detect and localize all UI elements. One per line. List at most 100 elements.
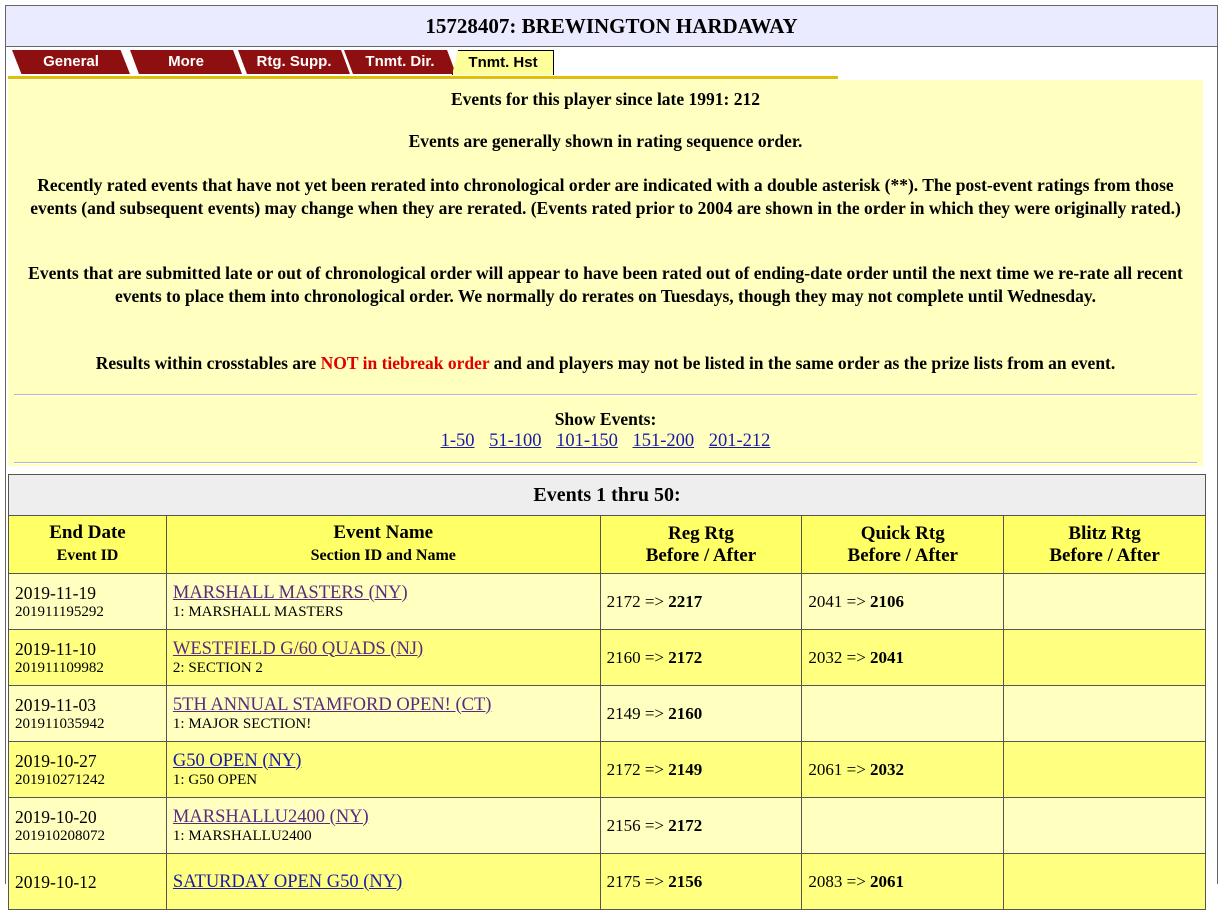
events-link-201-212[interactable]: 201-212 (709, 431, 771, 451)
tab-more[interactable]: More (130, 50, 242, 74)
rating-after: 2160 (668, 703, 703, 723)
end-date: 2019-11-03 (15, 694, 97, 715)
date-cell: 2019-10-12 (8, 853, 167, 910)
event-cell: G50 OPEN (NY) 1: G50 OPEN (165, 741, 601, 798)
blitz-rtg-cell (1003, 629, 1206, 686)
table-row: 2019-11-03 201911035942 5TH ANNUAL STAMFOR… (8, 685, 1206, 742)
quick-rtg-cell (801, 685, 1005, 742)
events-table: Events 1 thru 50: End Date Event ID Event… (8, 474, 1206, 910)
date-cell: 2019-11-10 201911109982 (8, 629, 167, 686)
header-sub: Section ID and Name (310, 547, 456, 564)
reg-rtg-cell: 2156 => 2172 (599, 797, 803, 854)
col-event-name: Event Name Section ID and Name (165, 515, 601, 574)
section-name: 1: MAJOR SECTION! (172, 715, 312, 732)
tab-tnmt-hst[interactable]: Tnmt. Hst (452, 50, 554, 75)
reg-rtg-cell: 2172 => 2149 (599, 741, 803, 798)
event-id: 201911109982 (15, 659, 104, 676)
header-main: Reg Rtg (667, 522, 734, 544)
rating-after: 2172 (668, 815, 703, 835)
event-cell: MARSHALLU2400 (NY) 1: MARSHALLU2400 (165, 797, 601, 854)
rating-before: 2149 => (606, 703, 664, 723)
events-link-101-150[interactable]: 101-150 (556, 431, 618, 451)
events-link-51-100[interactable]: 51-100 (489, 431, 541, 451)
show-events: Show Events: 1-50 51-100 101-150 151-200… (8, 408, 1203, 452)
quick-rtg-cell: 2041 => 2106 (801, 573, 1005, 630)
tab-tnmt-dir[interactable]: Tnmt. Dir. (344, 50, 456, 74)
crosstable-note-start: Results within crosstables are (95, 353, 321, 373)
reg-rtg-cell: 2172 => 2217 (599, 573, 803, 630)
event-name-link[interactable]: WESTFIELD G/60 QUADS (NJ) (173, 639, 594, 659)
event-cell: MARSHALL MASTERS (NY) 1: MARSHALL MASTERS (165, 573, 601, 630)
blitz-rtg-cell (1003, 685, 1206, 742)
event-cell: SATURDAY OPEN G50 (NY) (165, 853, 601, 910)
crosstable-note: Results within crosstables are NOT in ti… (8, 352, 1203, 375)
end-date: 2019-10-27 (15, 750, 97, 771)
header-main: End Date (49, 522, 126, 543)
rating-before: 2160 => (606, 647, 664, 667)
header-main: Quick Rtg (860, 522, 945, 544)
table-row: 2019-10-27 201910271242 G50 OPEN (NY) 1: G5… (8, 741, 1206, 798)
reg-rtg-cell: 2175 => 2156 (599, 853, 803, 910)
header-main: Event Name (333, 522, 434, 543)
rating-before: 2032 => (808, 647, 866, 667)
divider (14, 394, 1197, 396)
section-name: 1: MARSHALL MASTERS (172, 603, 344, 620)
table-row: 2019-10-12 SATURDAY OPEN G50 (NY) 2175 => … (8, 853, 1206, 910)
divider (14, 462, 1197, 464)
event-cell: 5TH ANNUAL STAMFORD OPEN! (CT) 1: MAJOR S… (165, 685, 601, 742)
quick-rtg-cell: 2061 => 2032 (801, 741, 1005, 798)
date-cell: 2019-11-19 201911195292 (8, 573, 167, 630)
tab-bar: General More Rtg. Supp. Tnmt. Dir. Tnmt.… (8, 48, 838, 79)
rating-before: 2175 => (606, 871, 664, 891)
header-main: Blitz Rtg (1068, 522, 1141, 544)
table-row: 2019-11-19 201911195292 MARSHALL MASTERS (… (8, 573, 1206, 630)
col-blitz-rtg: Blitz Rtg Before / After (1003, 515, 1206, 574)
late-submission-note: Events that are submitted late or out of… (28, 263, 1183, 306)
header-sub: Before / After (1049, 544, 1160, 566)
section-name: 1: G50 OPEN (172, 771, 258, 788)
event-name-link[interactable]: MARSHALL MASTERS (NY) (173, 583, 594, 603)
end-date: 2019-11-19 (15, 582, 97, 603)
table-body: 2019-11-19 201911195292 MARSHALL MASTERS (… (8, 573, 1206, 910)
header-sub: Event ID (56, 547, 119, 564)
info-panel: Events for this player since late 1991: … (8, 80, 1203, 466)
date-cell: 2019-10-27 201910271242 (8, 741, 167, 798)
reg-rtg-cell: 2160 => 2172 (599, 629, 803, 686)
col-quick-rtg: Quick Rtg Before / After (801, 515, 1005, 574)
end-date: 2019-10-20 (15, 806, 97, 827)
rating-before: 2041 => (808, 591, 866, 611)
rating-before: 2083 => (808, 871, 866, 891)
col-end-date: End Date Event ID (8, 515, 167, 574)
event-name-link[interactable]: SATURDAY OPEN G50 (NY) (173, 872, 594, 892)
show-events-label: Show Events: (554, 409, 657, 429)
events-link-151-200[interactable]: 151-200 (632, 431, 694, 451)
blitz-rtg-cell (1003, 853, 1206, 910)
rating-after: 2041 (870, 647, 905, 667)
table-row: 2019-11-10 201911109982 WESTFIELD G/60 QUA… (8, 629, 1206, 686)
sequence-note: Events are generally shown in rating seq… (408, 131, 803, 151)
tab-rtg-supp[interactable]: Rtg. Supp. (238, 50, 350, 74)
col-reg-rtg: Reg Rtg Before / After (599, 515, 803, 574)
rating-before: 2172 => (606, 591, 664, 611)
tab-general[interactable]: General (12, 50, 130, 74)
event-cell: WESTFIELD G/60 QUADS (NJ) 2: SECTION 2 (165, 629, 601, 686)
blitz-rtg-cell (1003, 573, 1206, 630)
show-events-links: 1-50 51-100 101-150 151-200 201-212 (8, 430, 1203, 452)
events-link-1-50[interactable]: 1-50 (441, 431, 475, 451)
table-caption: Events 1 thru 50: (8, 474, 1206, 516)
rating-after: 2172 (668, 647, 703, 667)
rating-before: 2172 => (606, 759, 664, 779)
quick-rtg-cell (801, 797, 1005, 854)
event-name-link[interactable]: MARSHALLU2400 (NY) (173, 807, 594, 827)
rating-before: 2061 => (808, 759, 866, 779)
blitz-rtg-cell (1003, 797, 1206, 854)
player-title: 15728407: BREWINGTON HARDAWAY (6, 6, 1217, 47)
event-name-link[interactable]: G50 OPEN (NY) (173, 751, 594, 771)
end-date: 2019-11-10 (15, 638, 97, 659)
event-id: 201910208072 (15, 827, 105, 844)
rating-after: 2032 (870, 759, 905, 779)
table-header-row: End Date Event ID Event Name Section ID an… (8, 515, 1206, 574)
section-name: 2: SECTION 2 (172, 659, 263, 676)
date-cell: 2019-10-20 201910208072 (8, 797, 167, 854)
event-name-link[interactable]: 5TH ANNUAL STAMFORD OPEN! (CT) (173, 695, 594, 715)
